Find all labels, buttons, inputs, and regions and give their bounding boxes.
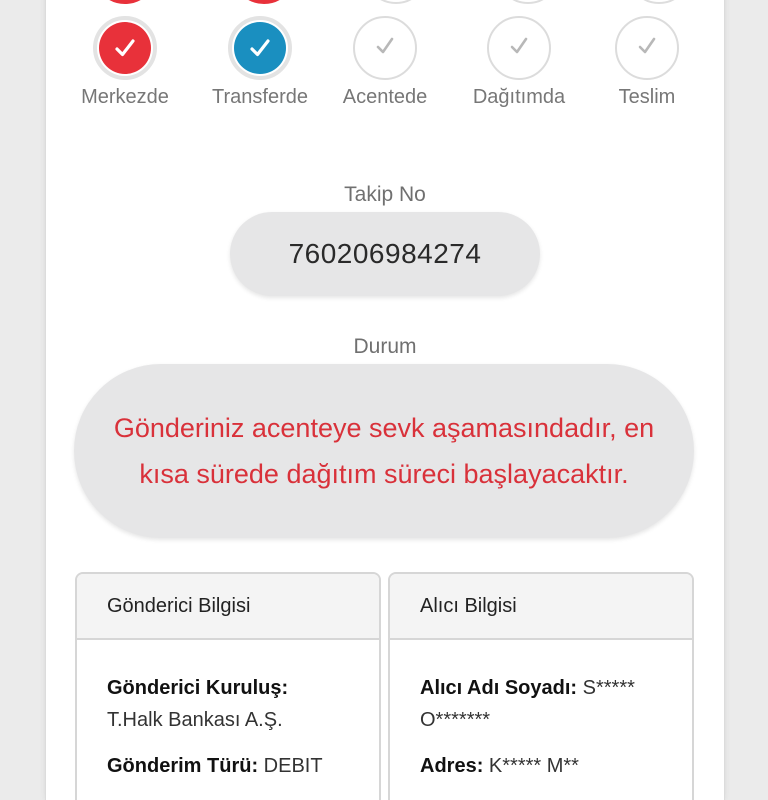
sender-info-body: Gönderici Kuruluş: T.Halk Bankası A.Ş. G… <box>77 640 379 782</box>
tracking-number-label: Takip No <box>344 183 426 206</box>
sender-type-value: DEBIT <box>263 755 323 777</box>
step-transferde: Transferde <box>195 16 325 109</box>
step-dagitimda: Dağıtımda <box>454 16 584 109</box>
check-icon <box>99 22 151 74</box>
sender-info-panel: Gönderici Bilgisi Gönderici Kuruluş: T.H… <box>75 572 381 800</box>
check-icon <box>634 33 660 64</box>
sender-institution-row: Gönderici Kuruluş: T.Halk Bankası A.Ş. <box>107 672 349 736</box>
previous-step-circle <box>496 0 560 4</box>
receiver-info-title: Alıcı Bilgisi <box>390 574 692 640</box>
step-label: Acentede <box>342 86 428 108</box>
step-label: Dağıtımda <box>472 86 566 108</box>
step-teslim: Teslim <box>582 16 712 109</box>
sender-type-row: Gönderim Türü: DEBIT <box>107 750 349 782</box>
receiver-name-label: Alıcı Adı Soyadı: <box>420 677 578 699</box>
step-merkezde: Merkezde <box>60 16 190 109</box>
receiver-address-row: Adres: K***** M** <box>420 750 662 782</box>
previous-step-circle <box>232 0 296 4</box>
tracking-number: 760206984274 <box>230 212 540 296</box>
receiver-address-value: K***** M** <box>488 755 579 777</box>
check-icon <box>234 22 286 74</box>
receiver-info-body: Alıcı Adı Soyadı: S***** O******* Adres:… <box>390 640 692 782</box>
previous-step-row <box>46 0 724 4</box>
step-label: Merkezde <box>81 86 169 108</box>
status-label: Durum <box>353 335 417 358</box>
check-icon <box>506 33 532 64</box>
check-icon <box>372 33 398 64</box>
step-circle <box>93 16 157 80</box>
step-circle <box>487 16 551 80</box>
tracking-card: Merkezde Transferde Acentede Dağıtımda T… <box>45 0 725 800</box>
step-circle <box>353 16 417 80</box>
receiver-name-row: Alıcı Adı Soyadı: S***** O******* <box>420 672 662 736</box>
step-label: Teslim <box>618 86 676 108</box>
shipment-step-indicator: Merkezde Transferde Acentede Dağıtımda T… <box>46 16 724 116</box>
previous-step-circle <box>627 0 691 4</box>
status-message: Gönderiniz acenteye sevk aşamasındadır, … <box>74 364 694 538</box>
previous-step-circle <box>364 0 428 4</box>
receiver-address-label: Adres: <box>420 755 484 777</box>
step-circle <box>228 16 292 80</box>
previous-step-circle <box>93 0 157 4</box>
receiver-info-panel: Alıcı Bilgisi Alıcı Adı Soyadı: S***** O… <box>388 572 694 800</box>
sender-institution-value: T.Halk Bankası A.Ş. <box>107 709 283 731</box>
step-acentede: Acentede <box>320 16 450 109</box>
sender-info-title: Gönderici Bilgisi <box>77 574 379 640</box>
step-label: Transferde <box>212 86 308 108</box>
sender-institution-label: Gönderici Kuruluş: <box>107 677 289 699</box>
sender-type-label: Gönderim Türü: <box>107 755 259 777</box>
step-circle <box>615 16 679 80</box>
